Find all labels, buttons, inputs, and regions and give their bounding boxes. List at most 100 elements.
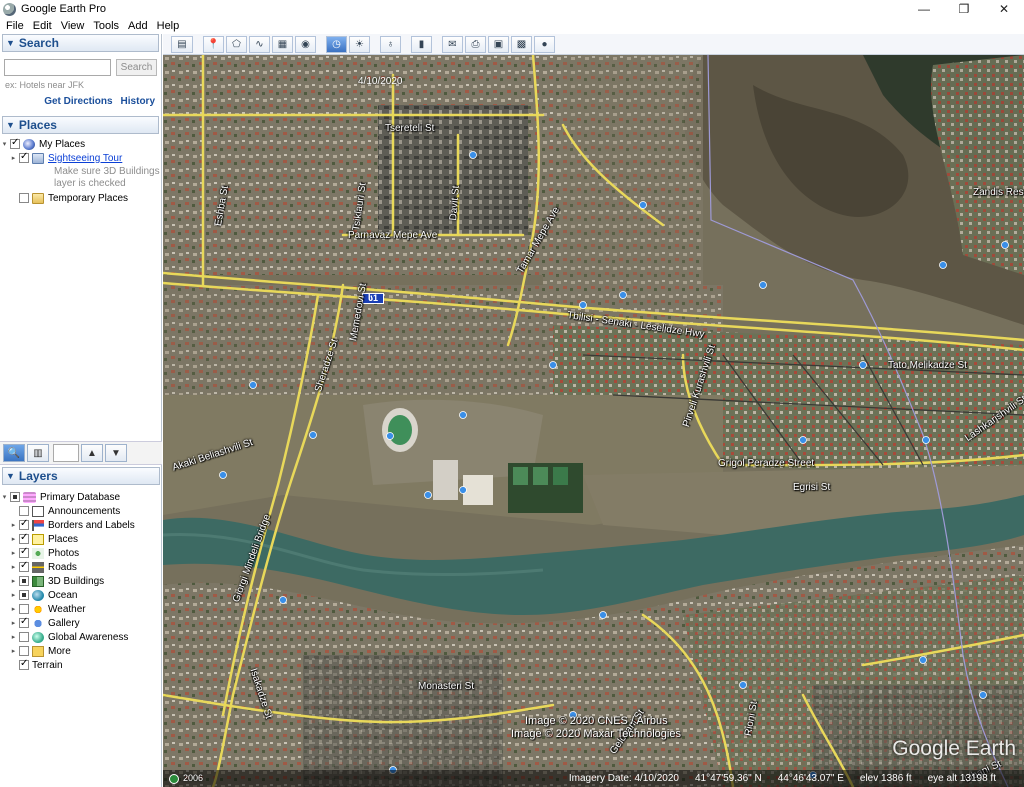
street-label[interactable]: Tsereteli St [385,123,434,134]
hide-sidebar-icon[interactable]: ▤ [171,35,193,53]
street-label[interactable]: Parnavaz Mepe Ave [348,230,437,241]
expand-toggle-icon[interactable]: ▸ [9,647,18,655]
layer-item[interactable]: ▸ More [0,644,160,658]
map-view[interactable]: 4/10/2020 ს1 Grigol Peradze Street Egris… [163,55,1024,787]
terrain-label: Terrain [32,659,63,671]
earth-gallery-icon[interactable]: ● [534,35,555,53]
database-icon [23,491,36,503]
save-image-icon[interactable]: ▣ [488,35,509,53]
layer-item[interactable]: ▸ Weather [0,602,160,616]
layer-checkbox[interactable] [19,646,29,656]
historical-imagery-icon[interactable]: ◷ [326,35,347,53]
layer-item[interactable]: ▸ Borders and Labels [0,518,160,532]
add-polygon-icon[interactable]: ⬠ [226,35,247,53]
expand-toggle-icon[interactable]: ▸ [9,563,18,571]
primary-database-checkbox[interactable] [10,492,20,502]
street-label[interactable]: Monasteri St [418,681,474,692]
places-panel-header[interactable]: ▼ Places [2,116,159,134]
layer-item[interactable]: ▸ Places [0,532,160,546]
menu-tools[interactable]: Tools [93,20,119,32]
tree-item-sightseeing-tour[interactable]: ▸ Sightseeing Tour [0,151,161,165]
print-icon[interactable]: ⎙ [465,35,486,53]
layer-checkbox[interactable] [19,506,29,516]
my-places-checkbox[interactable] [10,137,20,149]
add-placemark-icon[interactable]: 📍 [203,35,224,53]
expand-toggle-icon[interactable]: ▾ [0,140,9,148]
expand-toggle-icon[interactable]: ▸ [9,591,18,599]
expand-toggle-icon[interactable]: ▸ [9,577,18,585]
sunlight-icon[interactable]: ☀ [349,35,370,53]
move-down-icon[interactable]: ▼ [105,444,127,462]
search-button[interactable]: Search [116,59,157,76]
place-label[interactable]: Zandis Res [973,187,1024,198]
layer-item[interactable]: Announcements [0,504,160,518]
historical-year[interactable]: 2006 [183,773,203,783]
expand-toggle-icon[interactable]: ▸ [9,605,18,613]
historical-imagery-clock-icon[interactable] [169,774,179,784]
search-places-icon[interactable]: 🔍 [3,444,25,462]
layer-checkbox[interactable] [19,532,29,544]
sightseeing-tour-checkbox[interactable] [19,151,29,163]
expand-toggle-icon[interactable]: ▸ [9,633,18,641]
sightseeing-tour-link[interactable]: Sightseeing Tour [48,153,122,164]
collapse-triangle-icon: ▼ [6,38,15,48]
add-path-icon[interactable]: ∿ [249,35,270,53]
layer-checkbox[interactable] [19,560,29,572]
menu-file[interactable]: File [6,20,24,32]
expand-toggle-icon[interactable]: ▸ [9,521,18,529]
tree-item-temporary-places[interactable]: Temporary Places [0,191,161,205]
layer-item[interactable]: ▸ Gallery [0,616,160,630]
expand-toggle-icon[interactable]: ▸ [9,619,18,627]
layer-checkbox[interactable] [19,590,29,600]
history-link[interactable]: History [121,96,155,107]
expand-toggle-icon[interactable]: ▸ [9,535,18,543]
sidebar-toggle-icon[interactable]: ▥ [27,444,49,462]
layer-checkbox[interactable] [19,616,29,628]
expand-toggle-icon[interactable]: ▾ [0,493,9,501]
menu-view[interactable]: View [61,20,85,32]
ruler-icon[interactable]: ▮ [411,35,432,53]
search-input[interactable] [4,59,111,76]
layer-checkbox[interactable] [19,632,29,642]
layer-item[interactable]: ▸ Global Awareness [0,630,160,644]
expand-toggle-icon[interactable]: ▸ [9,154,18,162]
layer-item[interactable]: ▸ 3D Buildings [0,574,160,588]
close-button[interactable]: ✕ [984,0,1024,18]
move-up-icon[interactable]: ▲ [81,444,103,462]
layer-checkbox[interactable] [19,604,29,614]
terrain-checkbox[interactable] [19,658,29,670]
street-label[interactable]: Tato Melikadze St [888,360,967,371]
collapse-triangle-icon: ▼ [6,120,15,130]
street-label[interactable]: Grigol Peradze Street [718,458,814,469]
record-tour-icon[interactable]: ◉ [295,35,316,53]
places-filter-field[interactable] [53,444,79,462]
menu-add[interactable]: Add [128,20,148,32]
email-icon[interactable]: ✉ [442,35,463,53]
temporary-places-checkbox[interactable] [19,193,29,203]
menu-help[interactable]: Help [157,20,180,32]
layers-panel-header[interactable]: ▼ Layers [2,467,160,485]
layer-item[interactable]: ▸ Roads [0,560,160,574]
road-icon [32,561,44,573]
layer-checkbox[interactable] [19,518,29,530]
add-image-overlay-icon[interactable]: ▦ [272,35,293,53]
layer-checkbox[interactable] [19,576,29,586]
street-label[interactable]: Egrisi St [793,482,830,493]
tree-item-terrain[interactable]: Terrain [0,658,160,672]
layer-label: Photos [48,547,80,559]
search-panel-header[interactable]: ▼ Search [2,34,159,52]
menu-edit[interactable]: Edit [33,20,52,32]
expand-toggle-icon[interactable]: ▸ [9,549,18,557]
tree-item-primary-database[interactable]: ▾ Primary Database [0,490,160,504]
get-directions-link[interactable]: Get Directions [44,96,112,107]
layer-item[interactable]: ▸ Ocean [0,588,160,602]
maximize-button[interactable]: ❐ [944,0,984,18]
layers-header-label: Layers [18,469,58,483]
layer-item[interactable]: ▸ Photos [0,546,160,560]
tree-item-my-places[interactable]: ▾ My Places [0,137,161,151]
minimize-button[interactable]: — [904,0,944,18]
view-in-maps-icon[interactable]: ▩ [511,35,532,53]
switch-planet-icon[interactable]: ♁ [380,35,401,53]
layer-checkbox[interactable] [19,546,29,558]
search-links: Get Directions History [0,90,161,107]
